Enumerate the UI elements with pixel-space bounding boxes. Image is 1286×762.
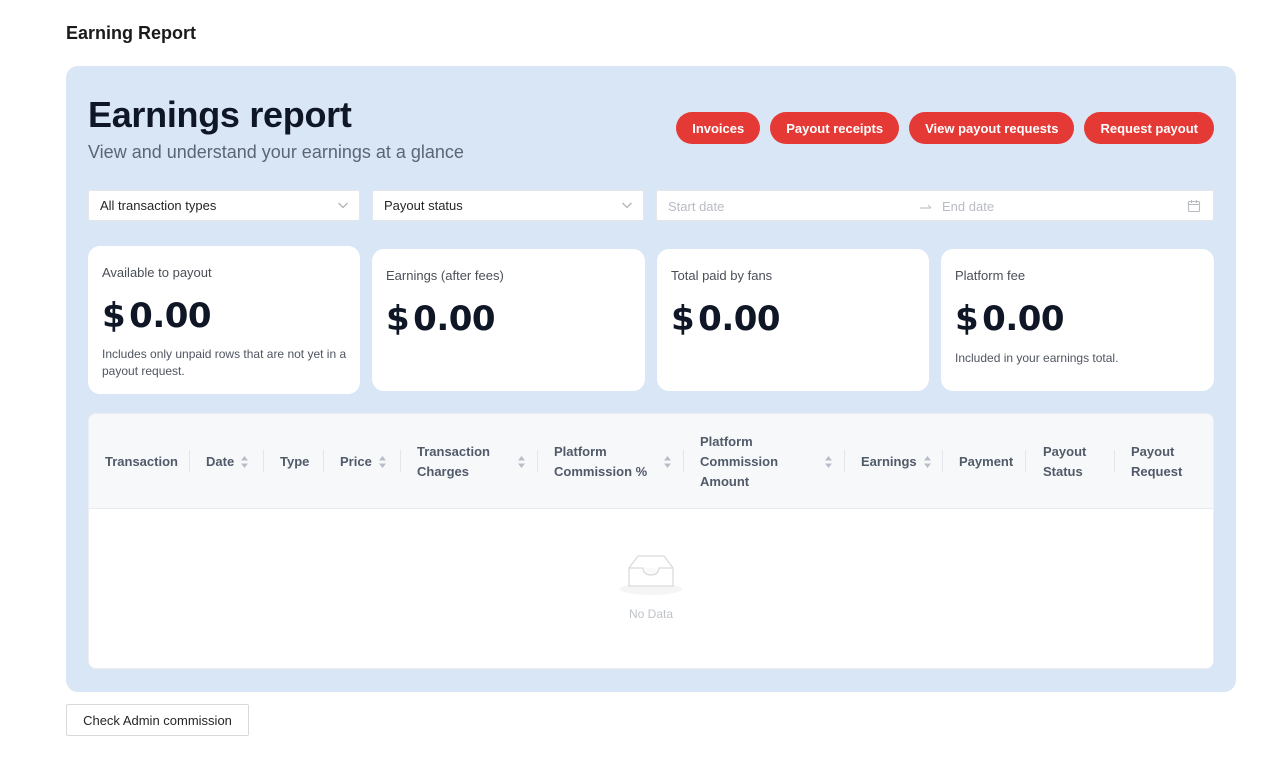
earnings-after-fees-card: Earnings (after fees) $0.00	[372, 249, 645, 391]
column-payout-request: Payout Request	[1131, 443, 1183, 479]
end-date-input[interactable]: End date	[942, 199, 994, 214]
card-label: Platform fee	[955, 268, 1026, 283]
sort-icon[interactable]	[824, 455, 833, 469]
card-label: Earnings (after fees)	[386, 268, 504, 283]
card-amount: $0.00	[671, 299, 781, 339]
date-range-picker: Start date End date	[656, 190, 1214, 221]
empty-state: No Data	[89, 554, 1213, 621]
card-amount: $0.00	[102, 296, 212, 336]
hero-subtitle: View and understand your earnings at a g…	[88, 142, 464, 162]
table-header: Transaction Date Type Price Transaction C…	[89, 414, 1213, 509]
payout-status-select[interactable]: Payout status	[372, 190, 644, 221]
sort-icon[interactable]	[923, 455, 932, 469]
sort-icon[interactable]	[517, 455, 526, 469]
card-note: Includes only unpaid rows that are not y…	[102, 347, 347, 378]
card-label: Total paid by fans	[671, 268, 773, 283]
payout-status-value: Payout status	[384, 198, 463, 213]
total-paid-by-fans-card: Total paid by fans $0.00	[657, 249, 929, 391]
empty-text: No Data	[628, 607, 674, 621]
column-platform-commission-percent[interactable]: Platform Commission %	[554, 414, 671, 509]
card-amount: $0.00	[386, 299, 496, 339]
transaction-type-value: All transaction types	[100, 198, 217, 213]
card-note: Included in your earnings total.	[955, 351, 1119, 365]
column-payment: Payment	[959, 453, 1014, 469]
action-buttons: Invoices Payout receipts View payout req…	[676, 112, 1214, 144]
payout-receipts-button[interactable]: Payout receipts	[770, 112, 900, 144]
available-to-payout-card: Available to payout $0.00 Includes only …	[88, 246, 360, 394]
column-price[interactable]: Price	[340, 414, 387, 509]
empty-inbox-icon	[620, 555, 682, 595]
chevron-down-icon	[338, 202, 348, 209]
column-date[interactable]: Date	[206, 414, 249, 509]
arrow-right-icon	[920, 204, 932, 209]
page-title: Earning Report	[66, 23, 197, 43]
earnings-panel: Earnings report View and understand your…	[66, 66, 1236, 692]
calendar-icon[interactable]	[1187, 199, 1201, 213]
sort-icon[interactable]	[378, 455, 387, 469]
start-date-input[interactable]: Start date	[668, 199, 724, 214]
column-platform-commission-amount[interactable]: Platform Commission Amount	[700, 414, 832, 509]
check-admin-commission-button[interactable]: Check Admin commission	[66, 704, 249, 736]
invoices-button[interactable]: Invoices	[676, 112, 761, 144]
card-label: Available to payout	[102, 265, 212, 280]
sort-icon[interactable]	[663, 455, 672, 469]
hero-title: Earnings report	[88, 94, 352, 135]
platform-fee-card: Platform fee $0.00 Included in your earn…	[941, 249, 1214, 391]
sort-icon[interactable]	[240, 455, 249, 469]
view-payout-requests-button[interactable]: View payout requests	[909, 112, 1075, 144]
column-type: Type	[280, 453, 310, 469]
transaction-type-select[interactable]: All transaction types	[88, 190, 360, 221]
request-payout-button[interactable]: Request payout	[1084, 112, 1214, 144]
column-payout-status: Payout Status	[1043, 443, 1087, 479]
column-transaction: Transaction	[105, 453, 178, 469]
earnings-table: Transaction Date Type Price Transaction C…	[88, 413, 1214, 669]
filters-bar: All transaction types Payout status Star…	[88, 190, 1214, 221]
card-amount: $0.00	[955, 299, 1065, 339]
chevron-down-icon	[622, 202, 632, 209]
column-earnings[interactable]: Earnings	[861, 414, 932, 509]
column-transaction-charges[interactable]: Transaction Charges	[417, 414, 525, 509]
